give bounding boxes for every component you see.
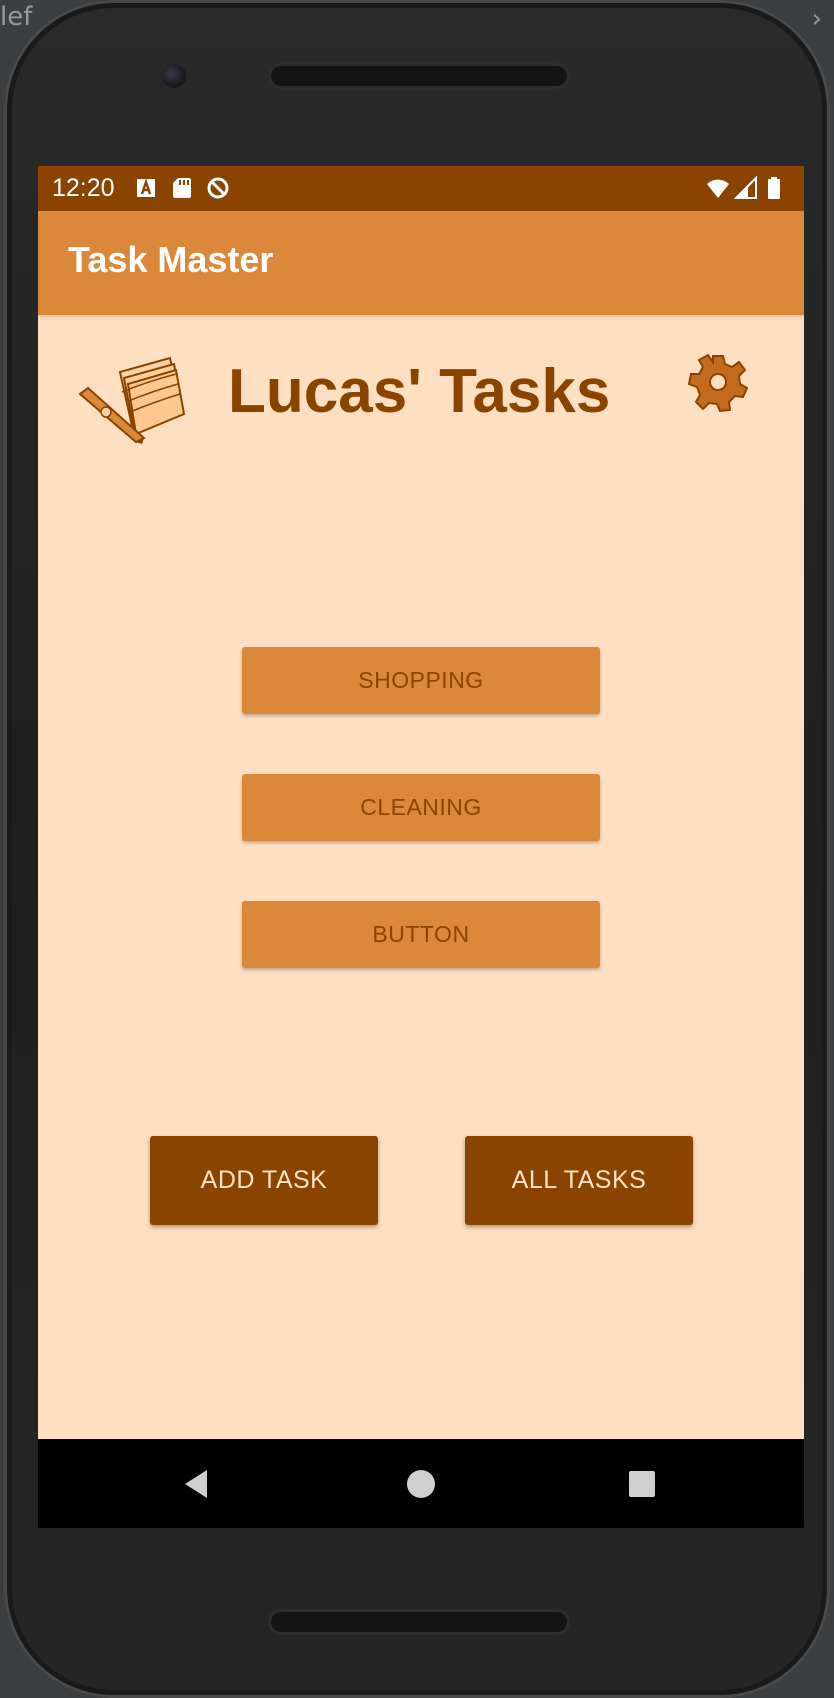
app-title: Task Master (68, 239, 274, 280)
cleaning-button[interactable]: CLEANING (242, 774, 600, 841)
wifi-icon (707, 179, 729, 198)
home-icon[interactable] (396, 1459, 446, 1509)
status-bar: 12:20 (38, 166, 804, 211)
recents-icon[interactable] (617, 1459, 667, 1509)
page-heading: Lucas' Tasks (228, 357, 611, 426)
notebook-pen-icon (78, 356, 186, 444)
ide-tab-fragment: lef (0, 2, 33, 32)
system-nav-bar (38, 1439, 804, 1528)
a-letter-icon (137, 178, 155, 197)
sd-card-icon (173, 178, 191, 198)
status-time: 12:20 (52, 174, 115, 202)
emulator-device-frame: 12:20 Task Master Lucas' Tasks SHOPPING … (4, 0, 830, 1698)
do-not-disturb-icon (207, 177, 229, 199)
generic-button[interactable]: BUTTON (242, 901, 600, 968)
bottom-speaker-grille (268, 1609, 570, 1635)
add-task-button[interactable]: ADD TASK (150, 1136, 378, 1225)
shopping-button[interactable]: SHOPPING (242, 647, 600, 714)
front-camera (162, 64, 186, 88)
back-icon[interactable] (172, 1459, 222, 1509)
device-screen: 12:20 Task Master Lucas' Tasks SHOPPING … (38, 166, 804, 1528)
app-bar: Task Master (38, 211, 804, 315)
all-tasks-button[interactable]: ALL TASKS (465, 1136, 693, 1225)
top-speaker-grille (268, 63, 570, 89)
gear-icon[interactable] (688, 352, 748, 412)
battery-icon (768, 177, 780, 199)
chevron-right-icon[interactable]: › (812, 4, 822, 34)
signal-icon (734, 176, 757, 199)
